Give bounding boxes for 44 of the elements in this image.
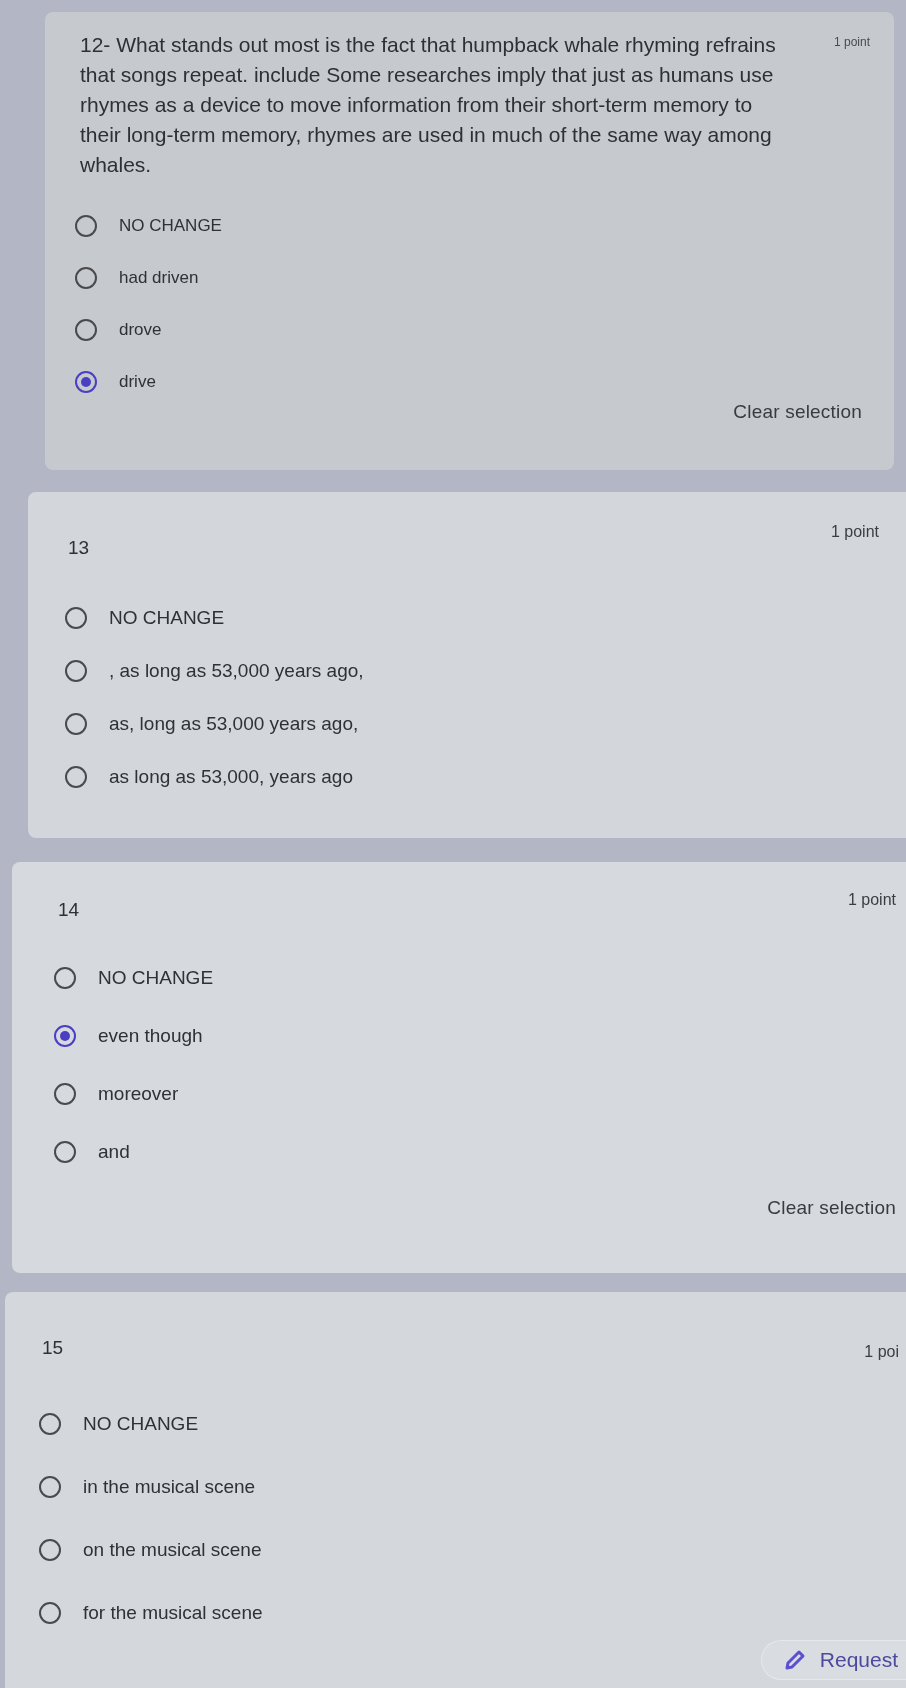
points-label: 1 point [847, 890, 896, 910]
radio-button[interactable] [39, 1413, 61, 1435]
option-label[interactable]: , as long as 53,000 years ago, [109, 656, 364, 686]
option-label[interactable]: as long as 53,000, years ago [109, 762, 353, 792]
option-label[interactable]: NO CHANGE [109, 603, 225, 633]
option-label[interactable]: had driven [119, 265, 199, 291]
radio-button[interactable] [75, 371, 97, 393]
request-button[interactable]: Request [760, 1640, 906, 1680]
radio-button[interactable] [65, 607, 87, 629]
option-label[interactable]: as, long as 53,000 years ago, [109, 709, 359, 739]
option-label[interactable]: and [98, 1137, 130, 1167]
option-label[interactable]: on the musical scene [83, 1535, 262, 1565]
option-label[interactable]: for the musical scene [83, 1598, 263, 1628]
radio-button[interactable] [75, 267, 97, 289]
clear-selection-button[interactable]: Clear selection [767, 1196, 896, 1220]
pencil-icon [783, 1649, 806, 1671]
radio-button[interactable] [75, 319, 97, 341]
question-text: 12- What stands out most is the fact that humpback whale rhyming refrains that songs repeat. include Some researches imply that just as humans use rhymes as a device to move information from their short-term memory to their long-term memory, rhymes are used in much of the same way among whales. [80, 32, 777, 178]
question-number: 15 [42, 1336, 64, 1360]
option-label[interactable]: moreover [98, 1079, 179, 1109]
points-label: 1 point [830, 522, 879, 542]
clear-selection-button[interactable]: Clear selection [733, 400, 862, 424]
option-label[interactable]: NO CHANGE [83, 1409, 199, 1439]
points-label: 1 poi [864, 1342, 899, 1362]
option-label[interactable]: in the musical scene [83, 1472, 256, 1502]
radio-button[interactable] [65, 660, 87, 682]
radio-button[interactable] [54, 967, 76, 989]
radio-button[interactable] [39, 1476, 61, 1498]
radio-button[interactable] [39, 1539, 61, 1561]
option-label[interactable]: drive [119, 369, 156, 395]
radio-button[interactable] [54, 1141, 76, 1163]
option-label[interactable]: drove [119, 317, 162, 343]
question-number: 14 [58, 898, 80, 922]
radio-button[interactable] [54, 1025, 76, 1047]
radio-button[interactable] [75, 215, 97, 237]
points-label: 1 point [833, 34, 870, 50]
radio-button[interactable] [65, 713, 87, 735]
radio-button[interactable] [54, 1083, 76, 1105]
option-label[interactable]: NO CHANGE [98, 963, 214, 993]
question-number: 13 [68, 536, 90, 560]
option-label[interactable]: even though [98, 1021, 203, 1051]
radio-button[interactable] [39, 1602, 61, 1624]
radio-button[interactable] [65, 766, 87, 788]
option-label[interactable]: NO CHANGE [119, 213, 222, 239]
